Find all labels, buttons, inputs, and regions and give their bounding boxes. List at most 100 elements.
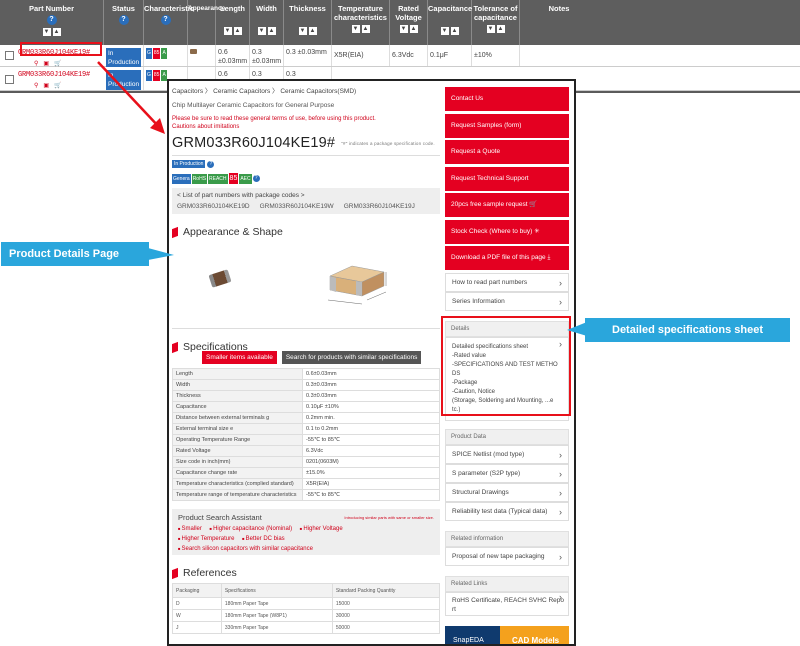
ref-row: D 180mm Paper Tape 15000 [172,597,441,610]
sort-up-icon[interactable]: ▲ [496,25,505,33]
sort-down-icon[interactable]: ▼ [298,27,307,35]
sort-down-icon[interactable]: ▼ [351,25,360,33]
row-checkbox[interactable] [5,75,14,84]
series-information-link[interactable]: Series Information [445,291,569,311]
sort-down-icon[interactable]: ▼ [440,27,449,35]
sort-down-icon[interactable]: ▼ [42,28,51,36]
spice-netlist-link[interactable]: SPICE Netlist (mod type) [445,444,569,464]
help-icon[interactable]: ? [252,175,260,182]
stock-check-button[interactable]: Stock Check (Where to buy) ✳ [445,219,569,244]
part-number-title: GRM033R60J104KE19# [172,135,336,151]
download-pdf-button[interactable]: Download a PDF file of this page ⤓ [445,246,569,270]
package-code-link[interactable]: GRM033R60J104KE19J [344,203,415,210]
header-label: Part Number [28,4,74,13]
cart-icon[interactable]: ⚲ [34,82,38,91]
col-rated-voltage[interactable]: Rated Voltage ▼ ▲ [390,0,428,45]
package-code-link[interactable]: GRM033R60J104KE19D [177,203,250,210]
breadcrumb[interactable]: Capacitors 〉 Ceramic Capacitors 〉 Cerami… [172,85,440,95]
capacitor-thumbnail-icon [190,49,197,54]
smaller-items-button[interactable]: Smaller items available [202,351,277,364]
spec-value: 0.6±0.03mm [302,368,440,380]
spec-label: Rated Voltage [172,445,303,457]
col-thickness[interactable]: Thickness ▼ ▲ [284,0,332,45]
general-badge: Genera [172,173,191,184]
ref-row: J 330mm Paper Tape 50000 [172,621,441,634]
row-checkbox[interactable] [5,51,14,60]
sort-up-icon[interactable]: ▲ [267,27,276,35]
sort-down-icon[interactable]: ▼ [399,25,408,33]
header-label: Rated Voltage [395,4,422,22]
col-tolerance[interactable]: Tolerance of capacitance ▼ ▲ [472,0,520,45]
header-label: Thickness [289,4,326,13]
help-icon[interactable]: ? [46,15,57,25]
col-temperature[interactable]: Temperature characteristics ▼ ▲ [332,0,390,45]
part-number-link[interactable]: GRM033R60J104KE19# [18,71,90,79]
assistant-link-silicon[interactable]: Search silicon capacitors with similar c… [178,546,313,552]
col-capacitance[interactable]: Capacitance ▼ ▲ [428,0,472,45]
temp-value: X5R(EIA) [332,45,390,66]
sort-up-icon[interactable]: ▲ [308,27,317,35]
snapeda-cad-banner[interactable]: SnapEDA CAD Models [445,625,569,644]
free-sample-label: 20pcs free sample request [451,201,528,208]
col-part-number[interactable]: Part Number ? ▼ ▲ [0,0,104,45]
package-code-link[interactable]: GRM033R60J104KE19W [260,203,334,210]
read-part-numbers-link[interactable]: How to read part numbers [445,272,569,292]
reliability-data-link[interactable]: Reliability test data (Typical data) [445,501,569,521]
general-badge: G [146,70,152,81]
voltage-value: 6.3Vdc [390,45,428,66]
assistant-link-higher-temperature[interactable]: Higher Temperature [178,536,234,542]
help-icon[interactable]: ? [207,161,215,168]
spec-label: Operating Temperature Range [172,434,303,446]
shopping-cart-icon[interactable]: 🛒 [54,82,61,91]
contact-us-button[interactable]: Contact Us [445,87,569,111]
col-appearance: Appearance [188,0,225,45]
ref-cell: 15000 [331,597,441,610]
table-header: Part Number ? ▼ ▲ Status ? Characteristic… [0,0,800,45]
sort-up-icon[interactable]: ▲ [409,25,418,33]
rohs-certificate-link[interactable]: RoHS Certificate, REACH SVHC Repo rt [445,591,569,616]
spec-value: -55℃ to 85℃ [302,434,440,446]
ref-row: W 180mm Paper Tape (W8P1) 30000 [172,609,441,622]
free-sample-button[interactable]: 20pcs free sample request 🛒 [445,193,569,217]
help-icon[interactable]: ? [160,15,171,25]
spec-label: Temperature characteristics (complied st… [172,478,303,490]
assistant-title: Product Search Assistant [178,513,262,522]
sort-up-icon[interactable]: ▲ [233,27,242,35]
cautions-link[interactable]: Cautions about imitations [172,123,440,131]
assistant-link-higher-voltage[interactable]: Higher Voltage [300,526,343,532]
request-quote-button[interactable]: Request a Quote [445,140,569,164]
terms-link[interactable]: Please be sure to read these general ter… [172,115,440,123]
assistant-link-dc-bias[interactable]: Better DC bias [242,536,285,542]
spec-value: 6.3Vdc [302,445,440,457]
assistant-link-smaller[interactable]: Smaller [178,526,202,532]
ref-header: Standard Packing Quantity [331,583,441,598]
sparkle-icon: ✳ [534,227,540,235]
aec-badge: AEC [239,173,252,184]
assistant-link-higher-capacitance[interactable]: Higher capacitance (Nominal) [210,526,293,532]
package-list-title: < List of part numbers with package code… [177,192,305,199]
ref-cell: W [172,609,222,622]
col-length[interactable]: Length ▼ ▲ [216,0,250,45]
s-parameter-link[interactable]: S parameter (S2P type) [445,463,569,483]
request-samples-button[interactable]: Request Samples (form) [445,113,569,138]
tape-packaging-link[interactable]: Proposal of new tape packaging [445,546,569,566]
sort-down-icon[interactable]: ▼ [486,25,495,33]
sort-down-icon[interactable]: ▼ [257,27,266,35]
col-width[interactable]: Width ▼ ▲ [250,0,284,45]
sort-up-icon[interactable]: ▲ [450,27,459,35]
spec-value: 0.1 to 0.2mm [302,423,440,435]
sort-up-icon[interactable]: ▲ [361,25,370,33]
similar-specs-button[interactable]: Search for products with similar specifi… [281,351,422,364]
general-badge: G [146,48,152,59]
sort-down-icon[interactable]: ▼ [223,27,232,35]
document-icon[interactable]: ▣ [43,82,49,91]
structural-drawings-link[interactable]: Structural Drawings [445,482,569,502]
col-status[interactable]: Status ? [104,0,144,45]
dimension-drawing-icon [327,265,387,305]
sort-up-icon[interactable]: ▲ [52,28,61,36]
col-characteristic[interactable]: Characteristic ? [144,0,194,45]
table-row: GRM033R60J104KE19# ⚲ ▣ 🛒 In Production G 85… [0,45,800,68]
request-support-button[interactable]: Request Technical Support [445,166,569,191]
help-icon[interactable]: ? [118,15,129,25]
related-info-heading: Related information [445,530,569,547]
